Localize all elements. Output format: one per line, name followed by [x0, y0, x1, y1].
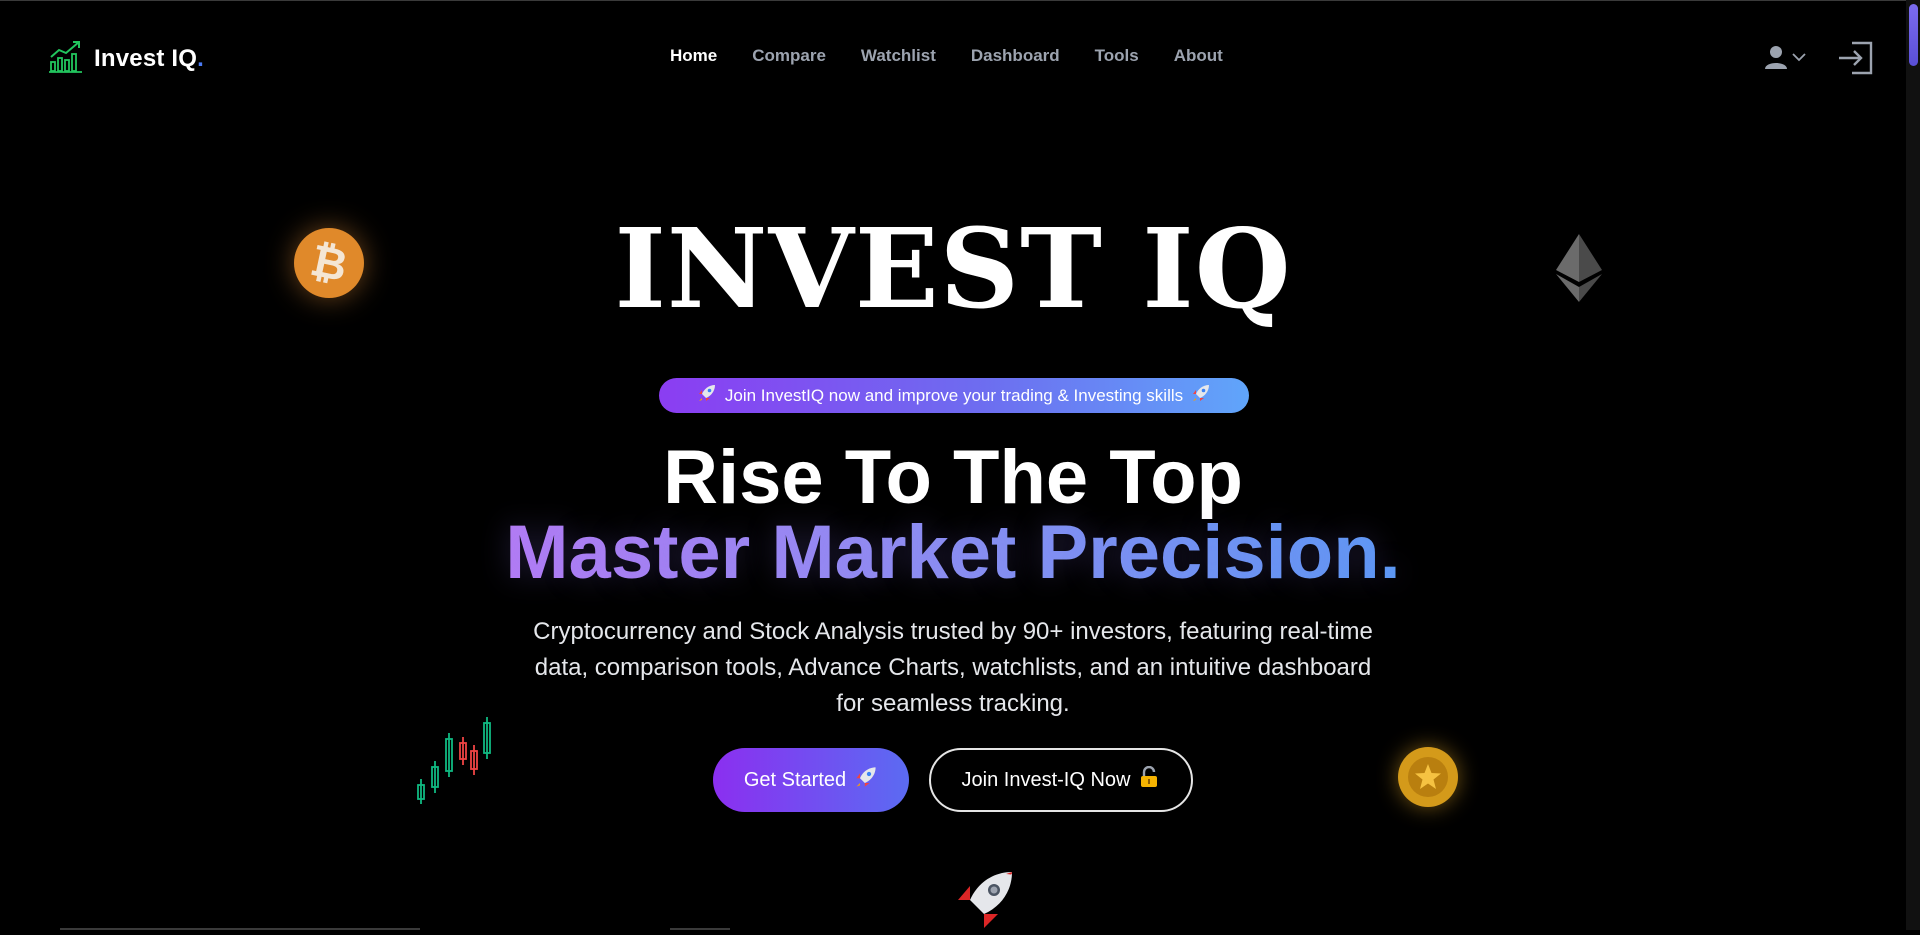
top-navbar: Invest IQ. Home Compare Watchlist Dashbo…	[0, 0, 1906, 115]
pill-text: Join InvestIQ now and improve your tradi…	[724, 385, 1184, 405]
scrollbar-thumb[interactable]	[1909, 4, 1918, 66]
star-coin-icon	[1398, 747, 1458, 807]
get-started-label: Get Started	[743, 768, 847, 791]
nav-home[interactable]: Home	[670, 46, 717, 66]
get-started-button[interactable]: Get Started	[713, 748, 909, 812]
rocket-icon	[1191, 383, 1211, 408]
user-icon	[1763, 44, 1789, 75]
join-now-label: Join Invest-IQ Now	[961, 768, 1131, 791]
headline-primary: Rise To The Top	[663, 435, 1243, 520]
candlestick-icon	[414, 715, 496, 810]
nav-links: Home Compare Watchlist Dashboard Tools A…	[670, 46, 1223, 66]
user-menu-button[interactable]	[1763, 44, 1807, 75]
brand-name: Invest IQ.	[94, 44, 205, 72]
nav-tools[interactable]: Tools	[1095, 46, 1139, 66]
nav-dashboard[interactable]: Dashboard	[971, 46, 1060, 66]
rocket-icon	[952, 870, 1016, 935]
hero-title: INVEST IQ	[614, 204, 1292, 333]
brand-logo[interactable]: Invest IQ.	[48, 38, 204, 79]
lock-icon	[1138, 765, 1160, 794]
sign-in-icon[interactable]	[1836, 40, 1876, 81]
hero-description: Cryptocurrency and Stock Analysis truste…	[533, 618, 1373, 717]
chevron-down-icon	[1791, 49, 1807, 70]
headline-secondary: Master Market Precision.	[505, 510, 1401, 595]
rocket-icon	[854, 765, 878, 795]
vertical-scrollbar[interactable]	[1906, 0, 1920, 930]
nav-about[interactable]: About	[1174, 46, 1223, 66]
join-now-button[interactable]: Join Invest-IQ Now	[929, 748, 1193, 812]
growth-chart-icon	[48, 38, 84, 79]
nav-compare[interactable]: Compare	[752, 46, 826, 66]
nav-watchlist[interactable]: Watchlist	[861, 46, 936, 66]
announcement-pill[interactable]: Join InvestIQ now and improve your tradi…	[659, 378, 1249, 413]
rocket-icon	[697, 383, 717, 408]
